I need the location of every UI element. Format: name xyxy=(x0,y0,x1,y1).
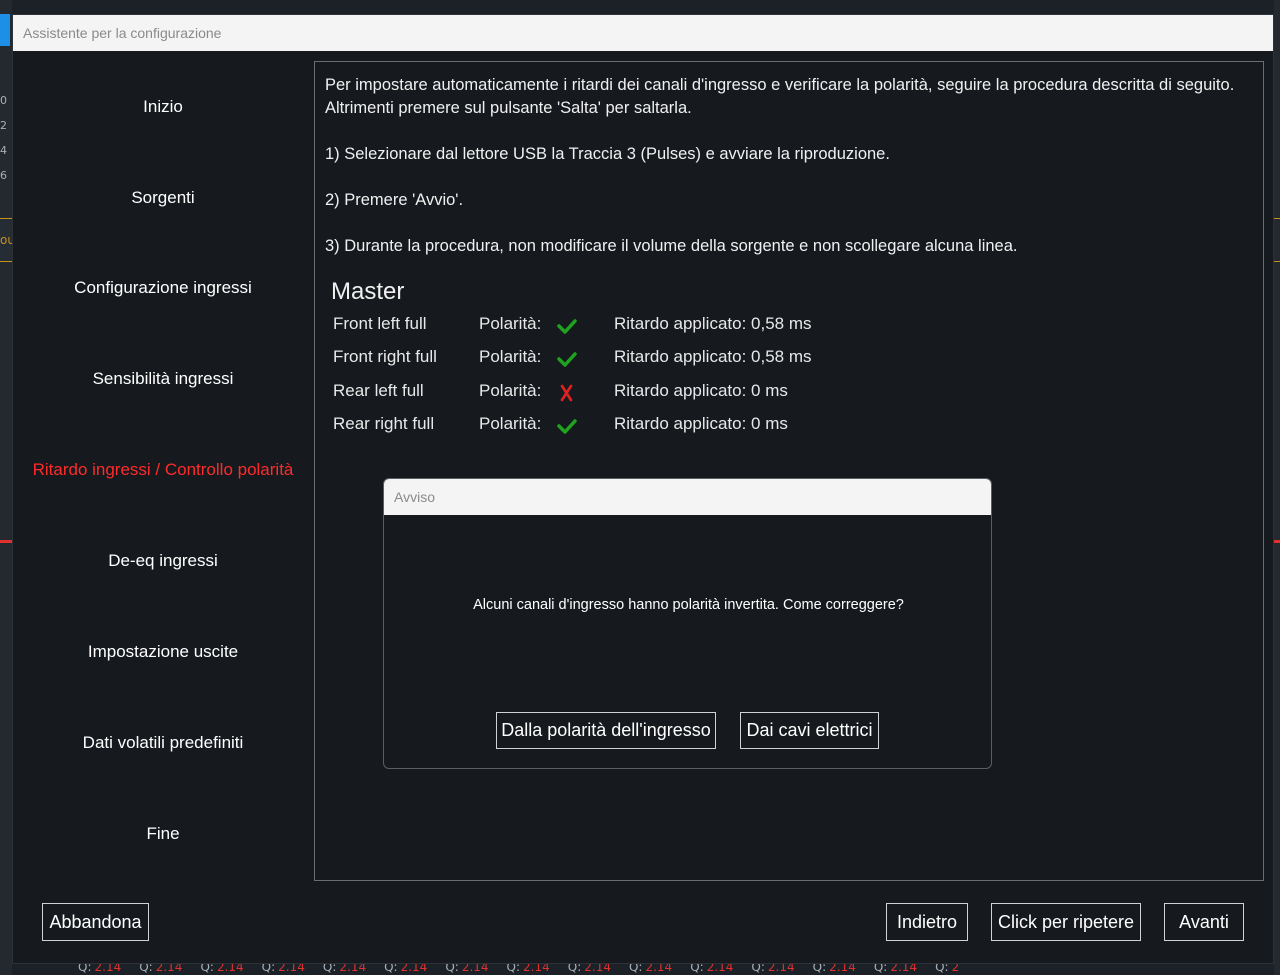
wizard-step-item[interactable]: Fine xyxy=(13,824,313,844)
instructions: Per impostare automaticamente i ritardi … xyxy=(325,74,1245,281)
instruction-step-2: 2) Premere 'Avvio'. xyxy=(325,191,464,209)
background-app-right-edge xyxy=(1274,0,1280,975)
cross-icon xyxy=(557,383,577,403)
channel-name: Rear left full xyxy=(333,381,424,400)
channel-row: Front left full Polarità: Ritardo applicat… xyxy=(333,314,1033,338)
polarity-label: Polarità: xyxy=(479,347,542,366)
applied-delay: Ritardo applicato: 0,58 ms xyxy=(614,347,812,366)
wizard-title-bar: Assistente per la configurazione xyxy=(13,15,1273,51)
abandon-button[interactable]: Abbandona xyxy=(42,903,149,941)
channel-row: Rear right full Polarità: Ritardo applicat… xyxy=(333,414,1033,438)
polarity-label: Polarità: xyxy=(479,414,542,433)
background-scale-label: 0 xyxy=(0,94,7,107)
wizard-step-item[interactable]: Impostazione uscite xyxy=(13,642,313,662)
applied-delay: Ritardo applicato: 0 ms xyxy=(614,414,788,433)
fix-from-cables-button[interactable]: Dai cavi elettrici xyxy=(740,712,879,749)
instruction-step-1: 1) Selezionare dal lettore USB la Tracci… xyxy=(325,145,890,163)
wizard-step-item[interactable]: De-eq ingressi xyxy=(13,551,313,571)
background-scale-label: 4 xyxy=(0,144,7,157)
dialog-message: Alcuni canali d'ingresso hanno polarità … xyxy=(473,597,904,613)
wizard-steps-sidebar: Inizio Sorgenti Configurazione ingressi Sen… xyxy=(13,51,313,881)
wizard-step-item[interactable]: Dati volatili predefiniti xyxy=(13,733,313,753)
background-app-orange-band: ou xyxy=(0,218,15,262)
warning-dialog: Avviso Alcuni canali d'ingresso hanno po… xyxy=(383,478,992,769)
background-app-scale: 0 2 4 6 xyxy=(0,88,10,188)
wizard-step-item[interactable]: Configurazione ingressi xyxy=(13,278,313,298)
channel-name: Rear right full xyxy=(333,414,435,433)
background-app-red-marker-right xyxy=(1274,540,1280,543)
wizard-step-item[interactable]: Inizio xyxy=(13,97,313,117)
channel-name: Front right full xyxy=(333,347,437,366)
polarity-label: Polarità: xyxy=(479,314,542,333)
dialog-title: Avviso xyxy=(394,489,435,505)
applied-delay: Ritardo applicato: 0,58 ms xyxy=(614,314,812,333)
check-icon xyxy=(557,416,577,436)
background-app-orange-band-right xyxy=(1274,218,1280,262)
check-icon xyxy=(557,316,577,336)
applied-delay: Ritardo applicato: 0 ms xyxy=(614,381,788,400)
instruction-intro: Per impostare automaticamente i ritardi … xyxy=(325,76,1235,117)
dialog-title-bar: Avviso xyxy=(384,479,991,515)
polarity-label: Polarità: xyxy=(479,381,542,400)
wizard-title: Assistente per la configurazione xyxy=(23,25,222,41)
next-button[interactable]: Avanti xyxy=(1164,903,1244,941)
fix-from-input-polarity-button[interactable]: Dalla polarità dell'ingresso xyxy=(496,712,716,749)
channel-row: Front right full Polarità: Ritardo applica… xyxy=(333,347,1033,371)
channel-row: Rear left full Polarità: Ritardo applicato… xyxy=(333,381,1033,405)
background-app-red-marker xyxy=(0,540,12,543)
channel-name: Front left full xyxy=(333,314,427,333)
background-scale-label: 6 xyxy=(0,169,7,182)
background-app-blue-tab xyxy=(0,14,10,46)
repeat-button[interactable]: Click per ripetere xyxy=(991,903,1141,941)
check-icon xyxy=(557,349,577,369)
master-section-title: Master xyxy=(331,278,405,305)
wizard-step-item[interactable]: Sorgenti xyxy=(13,188,313,208)
wizard-step-item[interactable]: Ritardo ingressi / Controllo polarità xyxy=(13,460,313,480)
back-button[interactable]: Indietro xyxy=(886,903,968,941)
instruction-step-3: 3) Durante la procedura, non modificare … xyxy=(325,237,1018,255)
background-scale-label: 2 xyxy=(0,119,7,132)
wizard-step-item[interactable]: Sensibilità ingressi xyxy=(13,369,313,389)
